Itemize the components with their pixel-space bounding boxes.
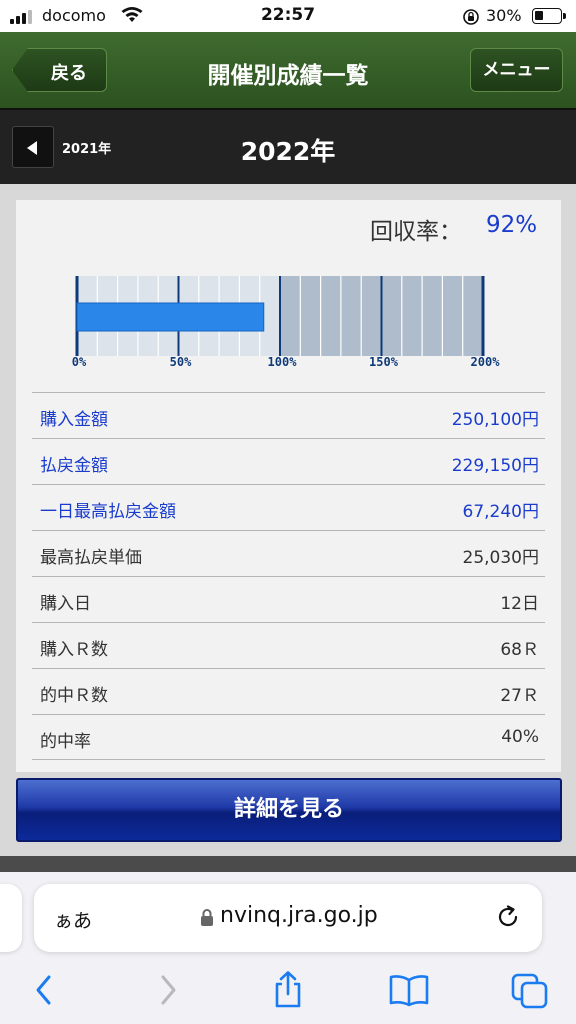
status-bar: docomo 22:57 30% [0,0,576,32]
stat-value: 229,150円 [451,456,539,476]
stat-value: 67,240円 [462,502,539,522]
gauge-fill-bar [76,302,265,332]
stat-label: 購入金額 [40,410,108,430]
battery-percent: 30% [486,6,522,25]
stat-row: 購入日 12日 [32,576,545,622]
stats-list: 購入金額 250,100円払戻金額 229,150円一日最高払戻金額 67,240円最… [32,392,545,760]
footer-strip [0,856,576,872]
menu-button[interactable]: メニュー [470,48,563,92]
recovery-rate-label: 回収率： [370,219,462,245]
bookmarks-icon[interactable] [388,970,430,1010]
stat-value: 27Ｒ [500,686,539,706]
stat-label: 購入日 [40,594,91,614]
text-size-button[interactable]: ぁあ [54,906,92,933]
back-icon[interactable] [34,970,54,1010]
year-navigation: 2021年 2022年 [0,108,576,184]
battery-icon [532,8,566,24]
gauge-tick-label: 0% [71,355,87,369]
reload-icon[interactable] [496,904,522,930]
gauge-tick-label: 50% [169,355,192,369]
stat-value: 40% [501,727,539,747]
stat-label: 的中率 [40,732,91,752]
app-header: 戻る 開催別成績一覧 メニュー [0,32,576,108]
stat-row: 的中Ｒ数 27Ｒ [32,668,545,714]
forward-icon[interactable] [158,970,178,1010]
stat-row[interactable]: 払戻金額 229,150円 [32,438,545,484]
lock-icon [201,909,213,926]
view-details-button[interactable]: 詳細を見る [16,778,562,842]
gauge-tick-label: 100% [267,355,297,369]
rotation-lock-icon [463,9,479,25]
stat-label: 購入Ｒ数 [40,640,108,660]
stat-row[interactable]: 購入金額 250,100円 [32,392,545,438]
share-icon[interactable] [272,970,304,1010]
url-text: nvinq.jra.go.jp [220,903,378,928]
gauge-tick-label: 200% [470,355,500,369]
stat-label: 払戻金額 [40,456,108,476]
recovery-rate-gauge [75,276,485,356]
stat-value: 250,100円 [451,410,539,430]
stat-value: 68Ｒ [500,640,539,660]
stat-value: 12日 [500,594,539,614]
stat-label: 最高払戻単価 [40,548,142,568]
stat-row: 的中率 40% [32,714,545,760]
stat-value: 25,030円 [462,548,539,568]
previous-tab-card[interactable] [0,884,22,952]
recovery-rate-value: 92% [486,212,538,238]
gauge-tick-label: 150% [369,355,398,369]
tabs-icon[interactable] [510,970,550,1010]
stat-row: 購入Ｒ数 68Ｒ [32,622,545,668]
stat-row: 最高払戻単価 25,030円 [32,530,545,576]
stat-row[interactable]: 一日最高払戻金額 67,240円 [32,484,545,530]
stat-label: 一日最高払戻金額 [40,502,176,522]
stat-label: 的中Ｒ数 [40,686,108,706]
current-year: 2022年 [240,137,336,166]
